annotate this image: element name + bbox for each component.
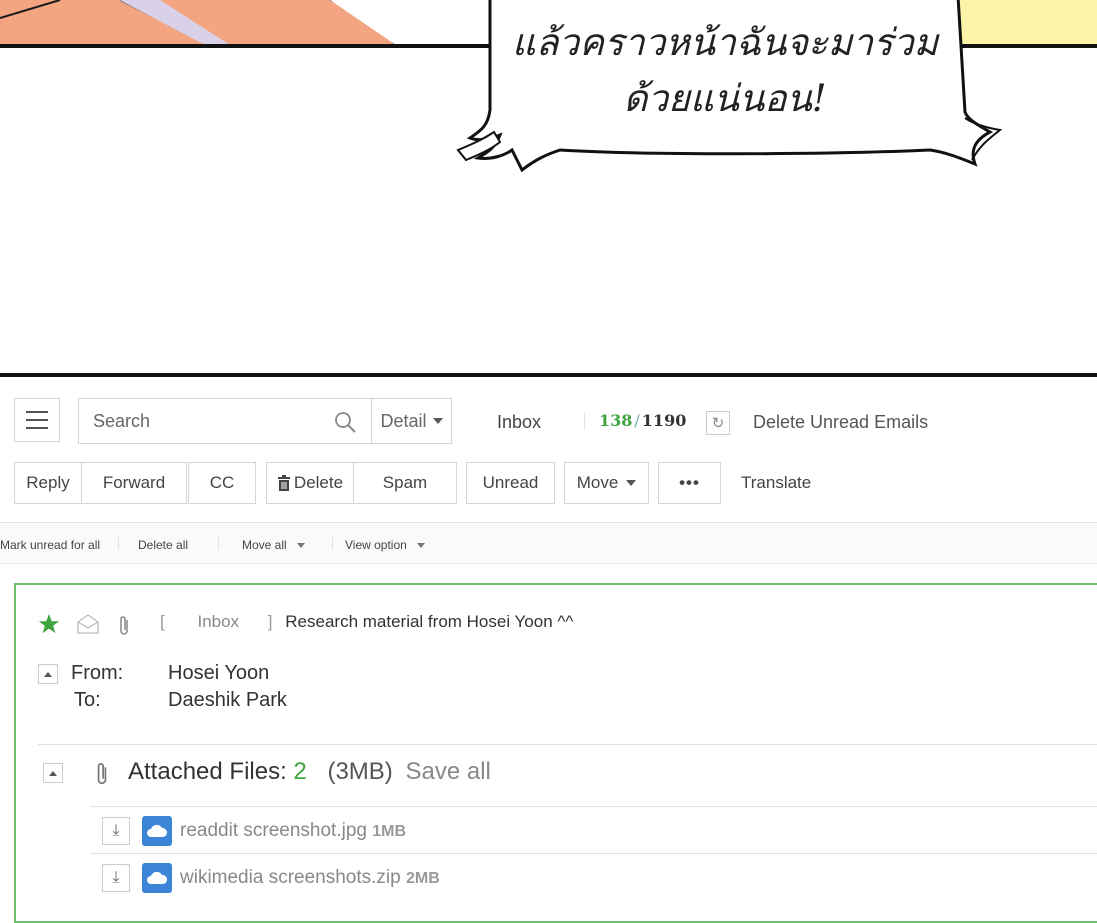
bracket-open: [ (160, 612, 165, 631)
divider (0, 563, 1097, 564)
attachment-row: ⤓ readdit screenshot.jpg 1MB (90, 806, 1097, 852)
subject-line: [ Inbox ] Research material from Hosei Y… (160, 612, 573, 632)
divider (584, 412, 585, 430)
star-icon[interactable] (38, 613, 60, 635)
delete-label: Delete (293, 473, 344, 492)
attachments-size: (3MB) (327, 758, 393, 785)
bracket-close: ] (267, 612, 273, 631)
caret-down-icon (416, 543, 425, 549)
divider (332, 536, 333, 550)
collapse-attachments-button[interactable] (43, 763, 63, 783)
to-label: To: (74, 689, 101, 711)
attachment-size: 2MB (405, 870, 440, 887)
translate-button[interactable]: Translate (741, 462, 821, 504)
unread-count: 138 (599, 411, 633, 430)
unread-button[interactable]: Unread (466, 462, 555, 504)
move-all-dropdown[interactable]: Move all (242, 538, 305, 552)
refresh-icon: ↻ (711, 415, 725, 432)
save-all-link[interactable]: Save all (405, 758, 490, 785)
caret-up-icon (49, 770, 57, 776)
paperclip-icon (120, 616, 128, 635)
envelope-icon[interactable] (77, 614, 99, 634)
comic-panel: แล้วคราวหน้าฉันจะมาร่วม ด้วยแน่นอน! (0, 0, 1097, 378)
divider (118, 536, 119, 550)
move-all-label: Move all (242, 538, 287, 552)
speech-bubble-line-1: แล้วคราวหน้าฉันจะมาร่วม (511, 21, 939, 64)
refresh-button[interactable]: ↻ (706, 411, 730, 435)
cloud-save-button[interactable] (142, 863, 172, 893)
mail-count: 138/1190 (599, 411, 686, 430)
caret-down-icon (626, 480, 637, 486)
download-button[interactable]: ⤓ (102, 864, 130, 892)
reply-button[interactable]: Reply (14, 462, 82, 504)
attachment-size: 1MB (372, 823, 407, 840)
caret-up-icon (44, 671, 52, 677)
attachment-filename: wikimedia screenshots.zip (180, 867, 401, 888)
attachment-filename: readdit screenshot.jpg (180, 820, 367, 841)
current-folder: Inbox (497, 412, 542, 432)
cloud-icon (147, 871, 168, 884)
menu-button[interactable] (14, 398, 60, 442)
from-value[interactable]: Hosei Yoon (168, 662, 269, 685)
mark-unread-all-link[interactable]: Mark unread for all (0, 538, 100, 552)
message-subject: Research material from Hosei Yoon ^^ (285, 612, 574, 631)
caret-down-icon (296, 543, 305, 549)
detail-label: Detail (380, 410, 427, 431)
caret-down-icon (432, 418, 443, 424)
attachment-name[interactable]: wikimedia screenshots.zip 2MB (180, 867, 440, 889)
attachments-summary: Attached Files: 2 (3MB) Save all (128, 758, 491, 786)
forward-button[interactable]: Forward (81, 462, 187, 504)
delete-unread-link[interactable]: Delete Unread Emails (753, 412, 928, 433)
detail-dropdown[interactable]: Detail (372, 398, 452, 444)
cloud-save-button[interactable] (142, 816, 172, 846)
spam-button[interactable]: Spam (353, 462, 457, 504)
search-input[interactable] (79, 399, 323, 443)
attachments-count: 2 (293, 758, 307, 785)
attachment-name[interactable]: readdit screenshot.jpg 1MB (180, 820, 406, 842)
delete-all-link[interactable]: Delete all (138, 538, 188, 552)
to-value[interactable]: Daeshik Park (168, 689, 287, 712)
message-folder[interactable]: Inbox (197, 612, 239, 631)
move-button[interactable]: Move (564, 462, 649, 504)
collapse-header-button[interactable] (38, 664, 58, 684)
count-separator: / (634, 411, 640, 430)
menu-icon (26, 408, 48, 432)
download-button[interactable]: ⤓ (102, 817, 130, 845)
delete-button[interactable]: Delete (266, 462, 354, 504)
view-option-label: View option (345, 538, 407, 552)
speech-bubble-line-2: ด้วยแน่นอน! (623, 77, 827, 120)
download-icon: ⤓ (112, 869, 120, 886)
attachments-label: Attached Files: (128, 758, 287, 785)
search-icon[interactable] (333, 410, 357, 434)
move-label: Move (576, 473, 619, 492)
view-option-dropdown[interactable]: View option (345, 538, 425, 552)
download-icon: ⤓ (112, 822, 120, 839)
total-count: 1190 (641, 411, 687, 430)
from-label: From: (71, 662, 124, 684)
search-box (78, 398, 372, 444)
paperclip-icon (97, 763, 107, 785)
divider (38, 744, 1097, 745)
attachment-row: ⤓ wikimedia screenshots.zip 2MB (90, 853, 1097, 899)
divider (218, 536, 219, 550)
cloud-icon (147, 824, 168, 837)
cc-button[interactable]: CC (188, 462, 256, 504)
more-button[interactable]: ••• (658, 462, 721, 504)
trash-icon (277, 475, 290, 491)
